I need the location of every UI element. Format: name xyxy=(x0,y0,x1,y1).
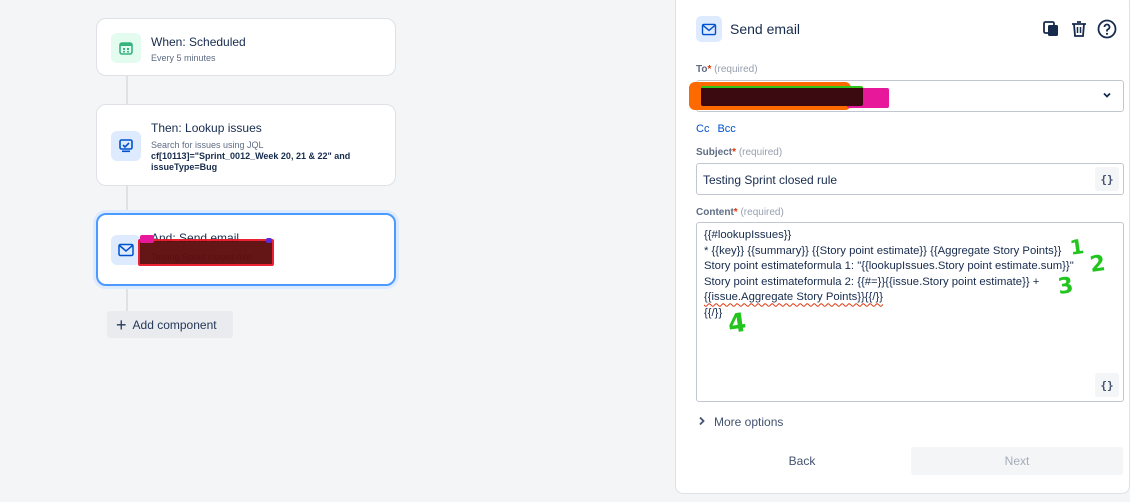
annotation-number: 3 xyxy=(1056,273,1075,300)
content-line: * {{key}} {{summary}} {{Story point esti… xyxy=(704,244,1062,257)
lookup-subtitle: Search for issues using JQL xyxy=(151,140,264,150)
subject-value: Testing Sprint closed rule xyxy=(703,173,838,187)
to-recipients-select[interactable] xyxy=(689,80,1124,112)
duplicate-icon[interactable] xyxy=(1041,19,1061,39)
chevron-right-icon xyxy=(698,415,706,429)
bcc-link[interactable]: Bcc xyxy=(717,123,735,135)
jql-query-line-1: cf[10113]="Sprint_0012_Week 20, 21 & 22"… xyxy=(151,151,351,161)
content-line: {{issue.Aggregate Story Points}}{{/}} xyxy=(704,291,884,304)
redaction-mark xyxy=(138,239,274,266)
chevron-down-icon[interactable] xyxy=(1101,89,1113,104)
annotation-number: 2 xyxy=(1088,251,1107,278)
trigger-title: When: Scheduled xyxy=(151,35,246,49)
cc-link[interactable]: Cc xyxy=(696,123,709,135)
content-line: {{#lookupIssues}} xyxy=(704,229,792,241)
content-line: {{/}} xyxy=(704,306,723,319)
flow-connector xyxy=(126,286,128,314)
subject-label: Subject* (required) xyxy=(696,147,783,158)
content-label: Content* (required) xyxy=(696,207,784,218)
redaction-mark xyxy=(701,86,863,106)
flow-connector xyxy=(126,76,128,106)
send-email-card[interactable]: And: Send email Testing Sprint closed ru… xyxy=(96,213,396,286)
to-label: To* (required) xyxy=(696,64,758,75)
panel-header: Send email xyxy=(696,14,1117,44)
content-line: Story point estimateformula 1: "{{lookup… xyxy=(704,260,1074,273)
panel-title: Send email xyxy=(730,21,801,37)
more-options-label: More options xyxy=(714,415,784,429)
redaction-mark xyxy=(266,238,272,243)
lookup-title: Then: Lookup issues xyxy=(151,121,262,135)
smart-value-button[interactable]: {} xyxy=(1095,373,1119,397)
trigger-card[interactable]: When: Scheduled Every 5 minutes xyxy=(96,18,396,76)
back-button[interactable]: Back xyxy=(696,447,908,475)
more-options-toggle[interactable]: More options xyxy=(698,415,783,429)
subject-input[interactable]: Testing Sprint closed rule {} xyxy=(696,163,1124,195)
jql-search-icon xyxy=(111,131,141,161)
add-component-label: Add component xyxy=(132,317,217,332)
content-textarea[interactable]: {{#lookupIssues}} * {{key}} {{summary}} … xyxy=(696,222,1124,402)
plus-icon: + xyxy=(116,314,127,335)
next-button[interactable]: Next xyxy=(911,447,1123,475)
add-component-button[interactable]: + Add component xyxy=(107,311,233,338)
delete-icon[interactable] xyxy=(1069,19,1089,39)
cc-bcc-links: Cc Bcc xyxy=(696,123,736,135)
help-icon[interactable] xyxy=(1097,19,1117,39)
content-text: {{#lookupIssues}} * {{key}} {{summary}} … xyxy=(704,228,1083,322)
flow-connector xyxy=(126,186,128,214)
lookup-issues-card[interactable]: Then: Lookup issues Search for issues us… xyxy=(96,104,396,186)
trigger-subtitle: Every 5 minutes xyxy=(151,53,216,63)
jql-query-line-2: issueType=Bug xyxy=(151,162,218,172)
send-email-config-panel: Send email To* (required) Cc Bcc Subject xyxy=(675,0,1130,494)
mail-icon xyxy=(111,235,141,265)
smart-value-button[interactable]: {} xyxy=(1095,167,1119,191)
calendar-icon xyxy=(111,33,141,63)
content-line: Story point estimateformula 2: {{#=}}{{i… xyxy=(704,275,1040,288)
mail-icon xyxy=(696,16,722,42)
redaction-mark xyxy=(140,235,154,243)
